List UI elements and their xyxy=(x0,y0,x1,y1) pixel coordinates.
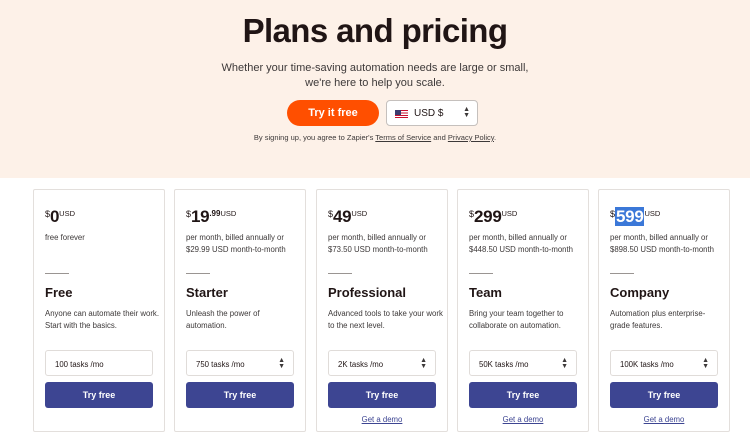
price-amount: 599 xyxy=(615,207,645,226)
hero-subtitle: Whether your time-saving automation need… xyxy=(0,61,750,91)
terms-of-service-link[interactable]: Terms of Service xyxy=(375,133,431,142)
tasks-selector[interactable]: 750 tasks /mo ▲ ▼ xyxy=(186,350,294,376)
price-currency-code: USD xyxy=(501,209,518,218)
chevron-up-down-icon: ▲ ▼ xyxy=(561,357,568,370)
legal-suffix: . xyxy=(493,133,497,142)
price-currency-symbol: $ xyxy=(610,209,616,219)
plan-name: Free xyxy=(45,285,73,300)
plan-name: Company xyxy=(610,285,670,300)
cta-row: Try it free USD $ ▲ ▼ xyxy=(0,100,750,126)
tasks-value: 50K tasks /mo xyxy=(479,360,529,369)
chevron-up-down-icon: ▲ ▼ xyxy=(463,106,470,119)
tasks-value: 100K tasks /mo xyxy=(620,360,674,369)
divider xyxy=(610,273,634,274)
tasks-selector[interactable]: 100 tasks /mo xyxy=(45,350,153,376)
privacy-policy-link[interactable]: Privacy Policy xyxy=(448,133,494,142)
price-currency-code: USD xyxy=(59,209,76,218)
try-free-button[interactable]: Try free xyxy=(469,382,577,408)
price-currency-code: USD xyxy=(351,209,368,218)
divider xyxy=(45,273,69,274)
plan-card-professional: $49USD per month, billed annually or $73.… xyxy=(316,189,448,432)
plan-name: Team xyxy=(469,285,502,300)
chevron-up-down-icon: ▲ ▼ xyxy=(702,357,709,370)
divider xyxy=(469,273,493,274)
billing-terms: per month, billed annually or $448.50 US… xyxy=(469,233,574,254)
plan-price: $19.99USD xyxy=(186,207,236,229)
plan-description: Unleash the power of automation. xyxy=(186,309,260,330)
try-free-button[interactable]: Try free xyxy=(45,382,153,408)
hero-subtitle-line1: Whether your time-saving automation need… xyxy=(221,62,529,74)
price-currency-code: USD xyxy=(644,209,661,218)
try-free-button[interactable]: Try free xyxy=(610,382,718,408)
currency-value: USD $ xyxy=(414,108,444,119)
plan-price: $299USD xyxy=(469,207,517,229)
plan-description: Automation plus enterprise-grade feature… xyxy=(610,309,706,330)
plan-card-company: $599USD per month, billed annually or $89… xyxy=(598,189,730,432)
price-currency-symbol: $ xyxy=(469,209,475,219)
legal-notice: By signing up, you agree to Zapier's Ter… xyxy=(0,133,750,142)
chevron-up-down-icon: ▲ ▼ xyxy=(278,357,285,370)
tasks-value: 100 tasks /mo xyxy=(55,360,104,369)
try-free-button[interactable]: Try free xyxy=(328,382,436,408)
tasks-value: 750 tasks /mo xyxy=(196,360,245,369)
try-free-button[interactable]: Try free xyxy=(186,382,294,408)
hero-subtitle-line2: we're here to help you scale. xyxy=(305,77,445,89)
get-a-demo-link[interactable]: Get a demo xyxy=(599,415,729,424)
tasks-selector[interactable]: 50K tasks /mo ▲ ▼ xyxy=(469,350,577,376)
plan-price: $0USD xyxy=(45,207,75,229)
chevron-up-down-icon: ▲ ▼ xyxy=(420,357,427,370)
try-it-free-button[interactable]: Try it free xyxy=(287,100,379,126)
billing-terms: free forever xyxy=(45,233,85,242)
price-cents: .99 xyxy=(209,209,221,218)
plan-card-starter: $19.99USD per month, billed annually or $… xyxy=(174,189,306,432)
billing-terms: per month, billed annually or $73.50 USD… xyxy=(328,233,428,254)
plan-price: $599USD xyxy=(610,207,660,229)
currency-select[interactable]: USD $ ▲ ▼ xyxy=(386,100,478,126)
tasks-value: 2K tasks /mo xyxy=(338,360,384,369)
plan-name: Starter xyxy=(186,285,228,300)
get-a-demo-link[interactable]: Get a demo xyxy=(317,415,447,424)
legal-prefix: By signing up, you agree to Zapier's xyxy=(253,133,374,142)
tasks-selector[interactable]: 100K tasks /mo ▲ ▼ xyxy=(610,350,718,376)
divider xyxy=(328,273,352,274)
tasks-selector[interactable]: 2K tasks /mo ▲ ▼ xyxy=(328,350,436,376)
price-currency-symbol: $ xyxy=(328,209,334,219)
price-amount: 299 xyxy=(474,207,502,226)
price-amount: 0 xyxy=(50,207,60,226)
divider xyxy=(186,273,210,274)
price-currency-symbol: $ xyxy=(186,209,192,219)
plan-description: Bring your team together to collaborate … xyxy=(469,309,564,330)
plan-description: Advanced tools to take your work to the … xyxy=(328,309,443,330)
price-amount: 49 xyxy=(333,207,352,226)
billing-terms: per month, billed annually or $29.99 USD… xyxy=(186,233,286,254)
us-flag-icon xyxy=(395,110,408,118)
plan-price: $49USD xyxy=(328,207,367,229)
plan-card-free: $0USD free forever Free Anyone can automate… xyxy=(33,189,165,432)
billing-terms: per month, billed annually or $898.50 US… xyxy=(610,233,715,254)
page-title: Plans and pricing xyxy=(242,12,508,49)
get-a-demo-link[interactable]: Get a demo xyxy=(458,415,588,424)
legal-and: and xyxy=(433,133,446,142)
plan-description: Anyone can automate their work. Start wi… xyxy=(45,309,159,330)
price-currency-symbol: $ xyxy=(45,209,51,219)
plan-name: Professional xyxy=(328,285,407,300)
price-amount: 19 xyxy=(191,207,210,226)
hero-section: Plans and pricing Whether your time-savi… xyxy=(0,0,750,178)
price-currency-code: USD xyxy=(220,209,237,218)
plan-card-team: $299USD per month, billed annually or $44… xyxy=(457,189,589,432)
